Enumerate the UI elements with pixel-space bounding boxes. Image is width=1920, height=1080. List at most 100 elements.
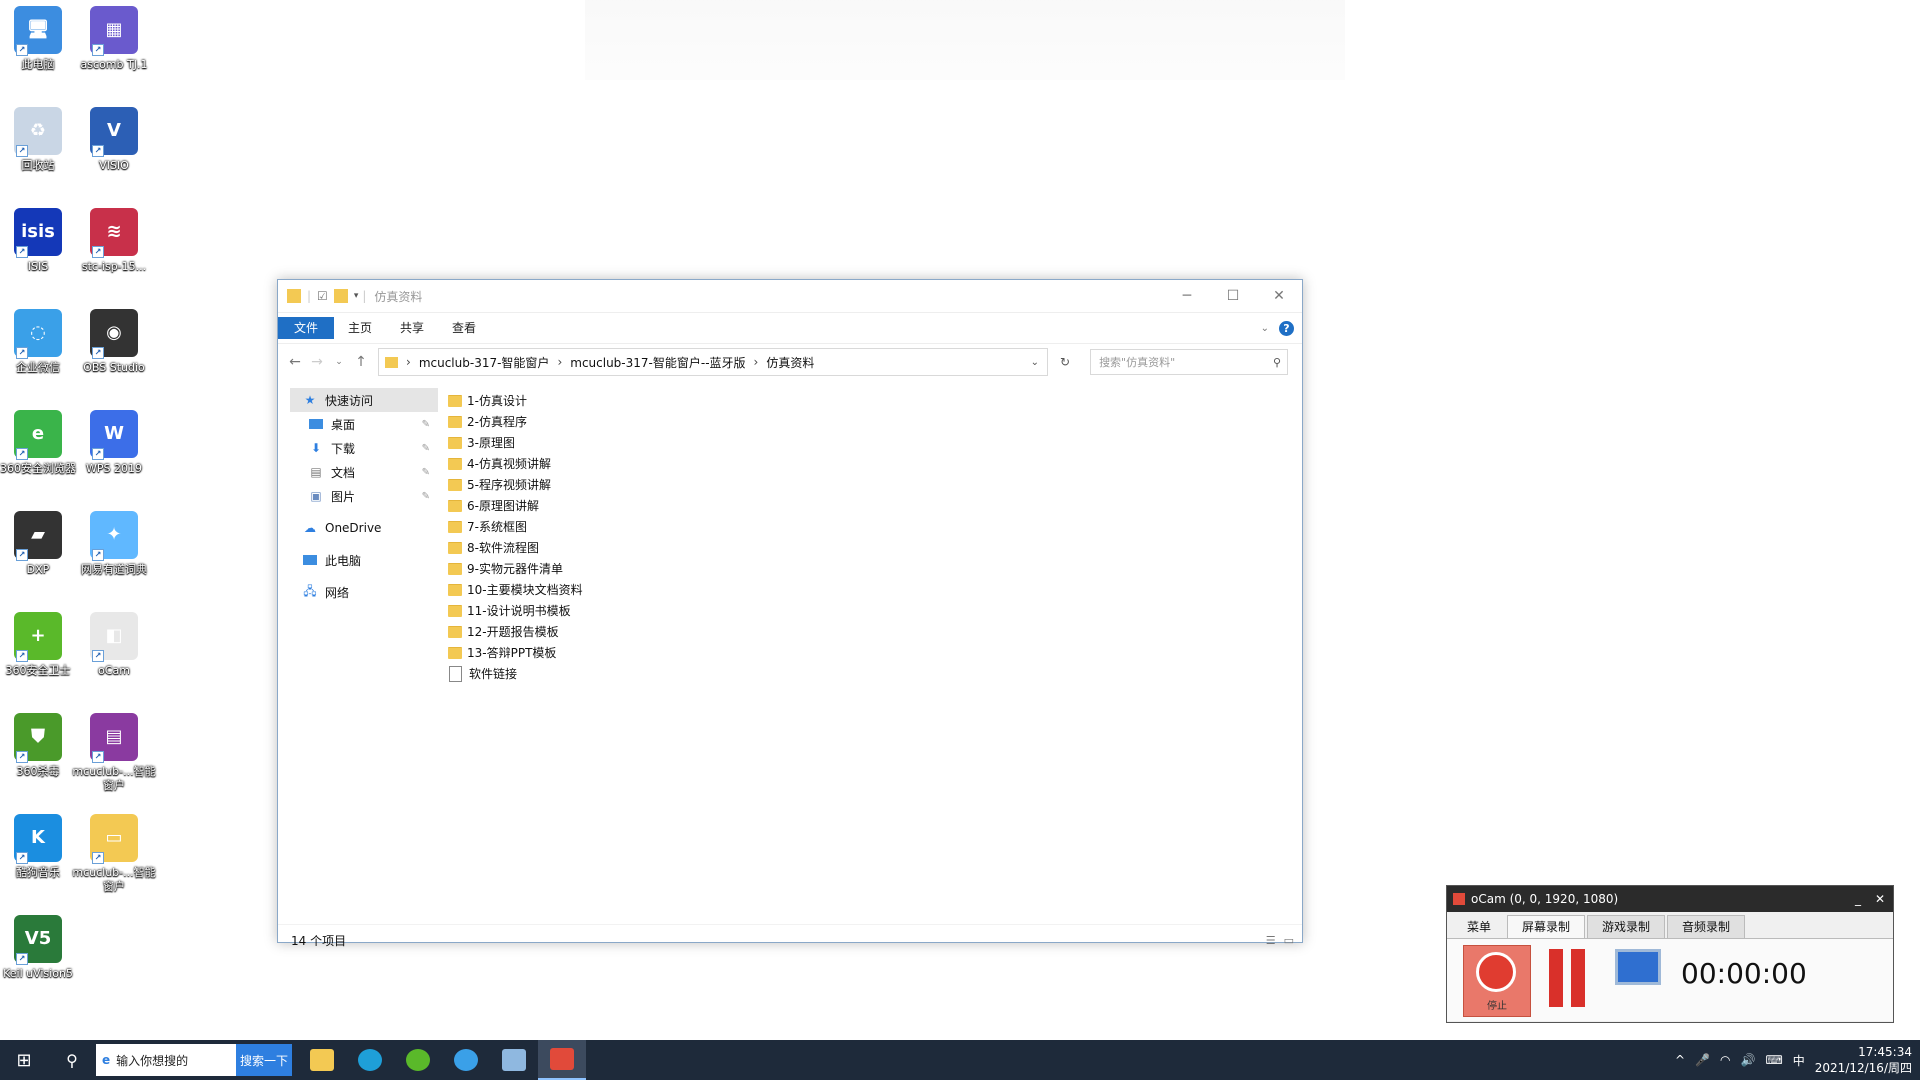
taskbar-file-explorer[interactable] bbox=[298, 1040, 346, 1080]
title-bar[interactable]: | ☑ ▾ | 仿真资料 ─ ☐ ✕ bbox=[278, 280, 1302, 313]
desktop-icon[interactable]: ▭ ↗ mcuclub-...智能窗户 bbox=[72, 814, 156, 894]
tab-file[interactable]: 文件 bbox=[278, 317, 335, 339]
desktop-icon[interactable]: ▰ ↗ DXP bbox=[0, 511, 80, 577]
desktop-icon[interactable]: ◌ ↗ 企业微信 bbox=[0, 309, 80, 375]
search-button[interactable]: ⚲ bbox=[48, 1040, 96, 1080]
screen-area-button[interactable] bbox=[1615, 949, 1661, 985]
file-item[interactable]: 软件链接 bbox=[448, 663, 583, 684]
pin-icon[interactable]: ✎ bbox=[422, 491, 430, 502]
volume-icon[interactable]: 🔊 bbox=[1740, 1053, 1755, 1067]
desktop-icon[interactable]: ▦ ↗ ascomb TJ.1 bbox=[72, 6, 156, 72]
nav-pictures[interactable]: ▣ 图片 ✎ bbox=[278, 484, 438, 508]
breadcrumb-item[interactable]: mcuclub-317-智能窗户 bbox=[419, 354, 550, 371]
pin-icon[interactable]: ✎ bbox=[422, 443, 430, 454]
stop-record-button[interactable]: 停止 bbox=[1463, 945, 1531, 1017]
nav-quick-access[interactable]: ★ 快速访问 bbox=[290, 388, 438, 412]
file-item[interactable]: 10-主要模块文档资料 bbox=[448, 579, 583, 600]
file-item[interactable]: 1-仿真设计 bbox=[448, 390, 583, 411]
taskbar-edge[interactable] bbox=[346, 1040, 394, 1080]
refresh-icon[interactable]: ↻ bbox=[1060, 355, 1070, 369]
ime-indicator[interactable]: 中 bbox=[1793, 1052, 1805, 1069]
taskbar-app[interactable] bbox=[490, 1040, 538, 1080]
up-icon[interactable]: ↑ bbox=[350, 354, 372, 370]
desktop-icon[interactable]: K ↗ 酷狗音乐 bbox=[0, 814, 80, 880]
expand-ribbon-icon[interactable]: ⌄ bbox=[1261, 323, 1269, 334]
file-item[interactable]: 4-仿真视频讲解 bbox=[448, 453, 583, 474]
close-button[interactable]: ✕ bbox=[1875, 892, 1885, 906]
desktop-icon[interactable]: ✦ ↗ 网易有道词典 bbox=[72, 511, 156, 577]
new-folder-icon[interactable] bbox=[333, 289, 348, 303]
nav-this-pc[interactable]: 此电脑 bbox=[278, 548, 438, 572]
tab-game-record[interactable]: 游戏录制 bbox=[1587, 915, 1666, 938]
pin-icon[interactable]: ✎ bbox=[422, 419, 430, 430]
ocam-title-bar[interactable]: oCam (0, 0, 1920, 1080) _ ✕ bbox=[1447, 886, 1893, 912]
search-submit-button[interactable]: 搜索一下 bbox=[236, 1044, 292, 1076]
chevron-right-icon[interactable]: › bbox=[557, 355, 562, 369]
taskbar-360[interactable] bbox=[394, 1040, 442, 1080]
maximize-button[interactable]: ☐ bbox=[1210, 280, 1256, 312]
keyboard-icon[interactable]: ⌨ bbox=[1765, 1053, 1782, 1067]
file-item[interactable]: 5-程序视频讲解 bbox=[448, 474, 583, 495]
nav-downloads[interactable]: ⬇ 下载 ✎ bbox=[278, 436, 438, 460]
file-item[interactable]: 11-设计说明书模板 bbox=[448, 600, 583, 621]
taskbar-ocam[interactable] bbox=[538, 1040, 586, 1080]
file-item[interactable]: 6-原理图讲解 bbox=[448, 495, 583, 516]
minimize-button[interactable]: ─ bbox=[1164, 280, 1210, 312]
desktop-icon[interactable]: e ↗ 360安全浏览器 bbox=[0, 410, 80, 476]
large-icons-view-icon[interactable]: ▭ bbox=[1284, 934, 1294, 947]
browser-search-box[interactable]: e 输入你想搜的 bbox=[96, 1044, 236, 1076]
pause-button[interactable] bbox=[1549, 949, 1589, 1009]
tab-view[interactable]: 查看 bbox=[438, 316, 490, 340]
show-hidden-icons-icon[interactable]: ^ bbox=[1675, 1053, 1685, 1067]
desktop-icon[interactable]: ≋ ↗ stc-isp-15... bbox=[72, 208, 156, 274]
breadcrumb-item[interactable]: 仿真资料 bbox=[766, 354, 814, 371]
ocam-menu[interactable]: 菜单 bbox=[1453, 916, 1505, 938]
desktop-icon[interactable]: ◉ ↗ OBS Studio bbox=[72, 309, 156, 375]
chevron-down-icon[interactable]: ⌄ bbox=[1031, 357, 1039, 368]
file-item[interactable]: 13-答辩PPT模板 bbox=[448, 642, 583, 663]
back-icon[interactable]: ← bbox=[284, 354, 306, 370]
start-button[interactable]: ⊞ bbox=[0, 1040, 48, 1080]
clock[interactable]: 17:45:34 2021/12/16/周四 bbox=[1815, 1044, 1912, 1076]
desktop-icon[interactable]: W ↗ WPS 2019 bbox=[72, 410, 156, 476]
help-icon[interactable]: ? bbox=[1279, 320, 1294, 336]
breadcrumb-item[interactable]: mcuclub-317-智能窗户--蓝牙版 bbox=[570, 354, 745, 371]
nav-documents[interactable]: ▤ 文档 ✎ bbox=[278, 460, 438, 484]
desktop-icon[interactable]: ♻ ↗ 回收站 bbox=[0, 107, 80, 173]
search-icon[interactable]: ⚲ bbox=[1273, 356, 1281, 369]
desktop-icon[interactable]: + ↗ 360安全卫士 bbox=[0, 612, 80, 678]
tab-share[interactable]: 共享 bbox=[386, 316, 438, 340]
recent-locations-icon[interactable]: ⌄ bbox=[328, 357, 350, 367]
forward-icon[interactable]: → bbox=[306, 354, 328, 370]
wifi-icon[interactable]: ◠ bbox=[1720, 1053, 1730, 1067]
search-input[interactable]: 搜索"仿真资料" ⚲ bbox=[1090, 349, 1289, 375]
chevron-right-icon[interactable]: › bbox=[754, 355, 759, 369]
nav-onedrive[interactable]: ☁ OneDrive bbox=[278, 516, 438, 540]
pin-icon[interactable]: ✎ bbox=[422, 467, 430, 478]
desktop-icon[interactable]: 🖥 ↗ 此电脑 bbox=[0, 6, 80, 72]
tab-home[interactable]: 主页 bbox=[334, 316, 386, 340]
details-view-icon[interactable]: ☰ bbox=[1266, 934, 1276, 947]
desktop-icon[interactable]: V5 ↗ Keil uVision5 bbox=[0, 915, 80, 981]
close-button[interactable]: ✕ bbox=[1256, 280, 1302, 312]
minimize-button[interactable]: _ bbox=[1855, 892, 1861, 906]
microphone-icon[interactable]: 🎤 bbox=[1695, 1053, 1710, 1067]
tab-audio-record[interactable]: 音频录制 bbox=[1667, 915, 1746, 938]
desktop-icon[interactable]: V ↗ VISIO bbox=[72, 107, 156, 173]
file-item[interactable]: 12-开题报告模板 bbox=[448, 621, 583, 642]
desktop-icon[interactable]: ▤ ↗ mcuclub-...智能窗户 bbox=[72, 713, 156, 793]
file-item[interactable]: 8-软件流程图 bbox=[448, 537, 583, 558]
file-item[interactable]: 2-仿真程序 bbox=[448, 411, 583, 432]
address-bar[interactable]: › mcuclub-317-智能窗户 › mcuclub-317-智能窗户--蓝… bbox=[378, 348, 1048, 376]
tab-screen-record[interactable]: 屏幕录制 bbox=[1507, 915, 1586, 938]
chevron-down-icon[interactable]: ▾ bbox=[354, 291, 359, 301]
desktop-icon[interactable]: isis ↗ ISIS bbox=[0, 208, 80, 274]
desktop-icon[interactable]: ⛊ ↗ 360杀毒 bbox=[0, 713, 80, 779]
taskbar-wecom[interactable] bbox=[442, 1040, 490, 1080]
ocam-window[interactable]: oCam (0, 0, 1920, 1080) _ ✕ 菜单 屏幕录制 游戏录制… bbox=[1446, 885, 1894, 1023]
desktop-icon[interactable]: ◧ ↗ oCam bbox=[72, 612, 156, 678]
file-item[interactable]: 9-实物元器件清单 bbox=[448, 558, 583, 579]
file-explorer-window[interactable]: | ☑ ▾ | 仿真资料 ─ ☐ ✕ 文件 主页 共享 查看 ⌄ ? ← → ⌄… bbox=[277, 279, 1303, 948]
file-item[interactable]: 3-原理图 bbox=[448, 432, 583, 453]
nav-network[interactable]: 🖧 网络 bbox=[278, 580, 438, 604]
